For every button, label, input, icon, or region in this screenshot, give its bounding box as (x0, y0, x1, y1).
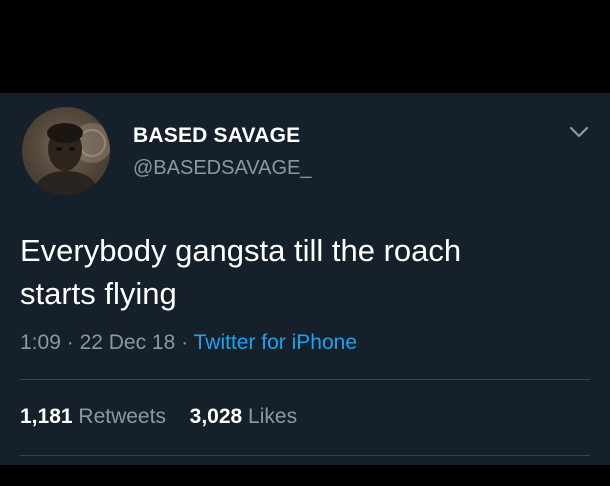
tweet-source-link[interactable]: Twitter for iPhone (194, 331, 357, 354)
bottom-black-band (0, 465, 610, 486)
tweet-text-line-2: starts flying (20, 276, 177, 311)
profile-photo-icon (32, 123, 110, 195)
chevron-down-icon[interactable] (568, 125, 590, 139)
likes-stat[interactable]: 3,028 Likes (190, 405, 297, 428)
user-handle[interactable]: @BASEDSAVAGE_ (133, 156, 312, 180)
retweets-stat[interactable]: 1,181 Retweets (20, 405, 172, 428)
tweet-text-line-1: Everybody gangsta till the roach (20, 233, 462, 268)
engagement-stats: 1,181 Retweets 3,028 Likes (20, 404, 297, 430)
avatar[interactable] (22, 107, 110, 195)
retweets-count: 1,181 (20, 405, 73, 428)
meta-separator: · (181, 331, 189, 354)
tweet-text: Everybody gangsta till the roach starts … (20, 229, 590, 315)
top-black-band (0, 0, 610, 93)
divider (20, 379, 590, 380)
tweet-card: BASED SAVAGE @BASEDSAVAGE_ Everybody gan… (0, 93, 610, 465)
tweet-meta: 1:09 · 22 Dec 18 · Twitter for iPhone (20, 330, 357, 356)
retweets-label: Retweets (78, 405, 166, 428)
tweet-date[interactable]: 22 Dec 18 (80, 331, 176, 354)
meta-separator: · (66, 331, 74, 354)
likes-label: Likes (248, 405, 298, 428)
likes-count: 3,028 (189, 405, 243, 428)
author-info: BASED SAVAGE @BASEDSAVAGE_ (133, 124, 312, 180)
display-name[interactable]: BASED SAVAGE (133, 124, 312, 148)
tweet-time[interactable]: 1:09 (20, 331, 61, 354)
divider (20, 455, 590, 456)
